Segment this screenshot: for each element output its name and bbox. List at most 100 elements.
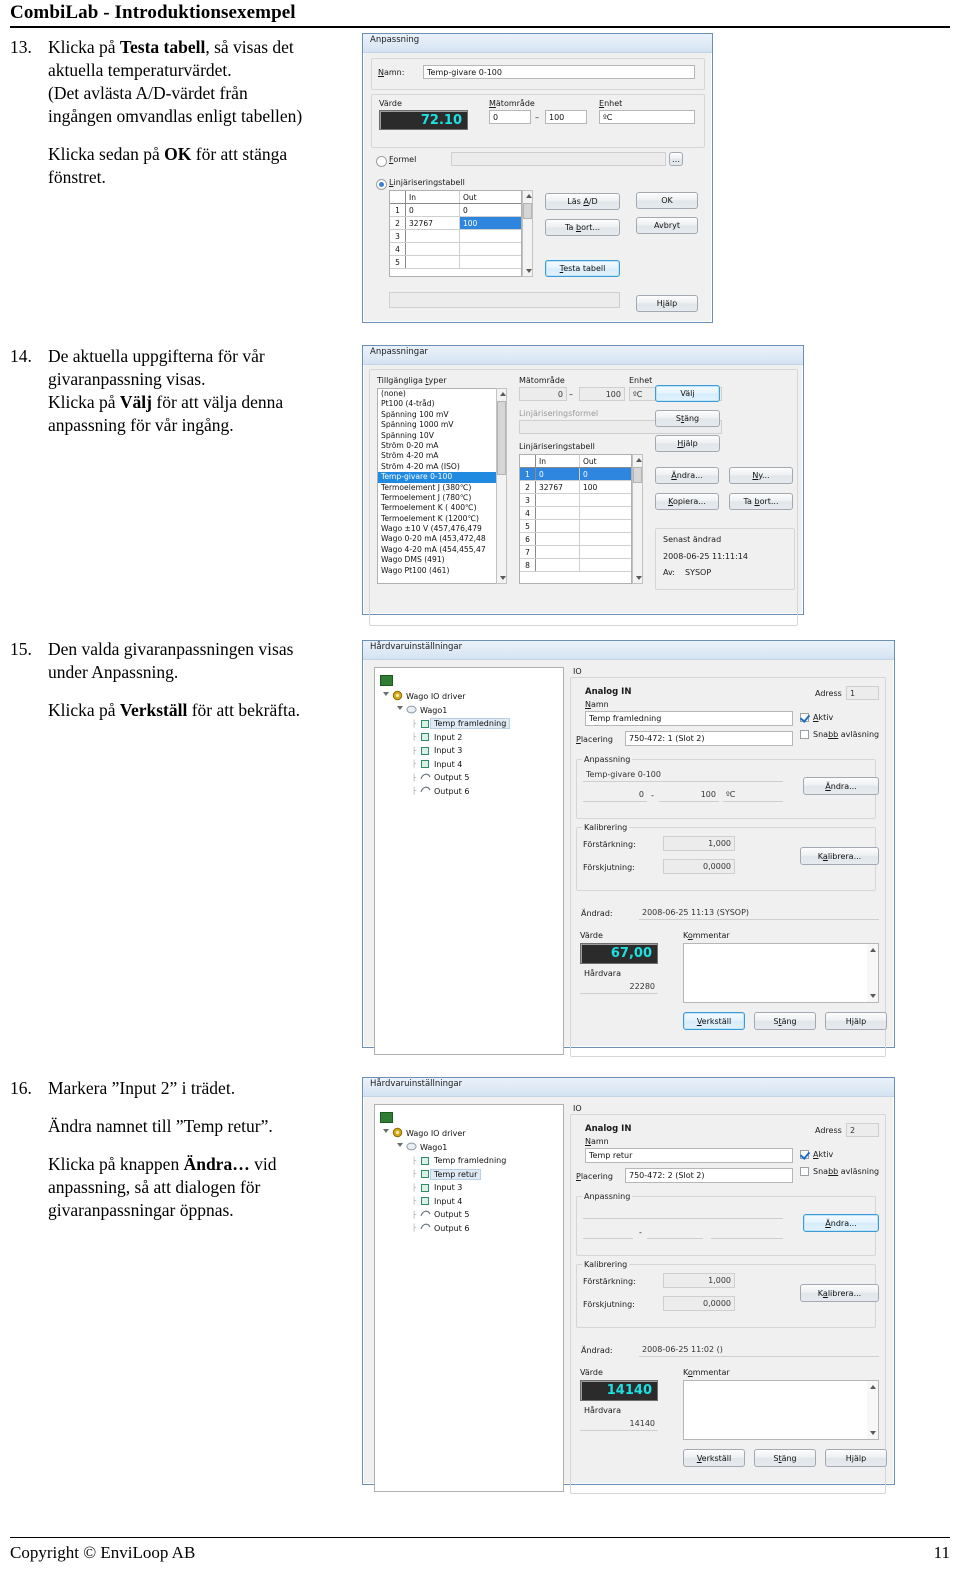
tree-node[interactable]: Wago IO driver — [375, 1127, 563, 1141]
d2-table-scrollbar[interactable] — [632, 454, 643, 584]
cell-out[interactable]: 0 — [460, 204, 521, 216]
hw1-namn-input[interactable]: Temp framledning — [585, 711, 793, 726]
tree-node[interactable]: Wago IO driver — [375, 690, 563, 704]
expander-icon[interactable] — [395, 705, 405, 715]
cell-in[interactable] — [536, 507, 580, 519]
table-row[interactable]: 5 — [390, 256, 521, 269]
table-row[interactable]: 2 32767 100 — [390, 217, 521, 230]
cell-out[interactable] — [460, 243, 521, 255]
cell-out[interactable] — [580, 507, 631, 519]
list-item[interactable]: Termoelement K ( 400℃) — [378, 503, 506, 513]
d2-linjariseringstabell[interactable]: In Out 1 0 0 2 32767 100 3 4 5 6 7 8 — [519, 454, 632, 584]
table-row[interactable]: 100 — [390, 204, 521, 217]
hw1-andra-button[interactable]: Ändra... — [803, 777, 879, 795]
hw1-snabb-checkbox[interactable] — [800, 730, 809, 739]
ok-button[interactable]: OK — [636, 192, 698, 209]
linjariseringstabell[interactable]: In Out 1 0 0 2 32767 100 3 4 5 — [389, 190, 522, 277]
list-item[interactable]: Ström 4-20 mA (ISO) — [378, 462, 506, 472]
table-row[interactable]: 3 — [390, 230, 521, 243]
cell-out[interactable] — [580, 494, 631, 506]
hw1-kommentar-scroll-down-icon[interactable] — [870, 994, 876, 998]
tree-node[interactable]: ├ Input 4 — [375, 758, 563, 772]
cell-in[interactable]: 32767 — [536, 481, 580, 493]
cell-out[interactable] — [580, 559, 631, 571]
dialog-anpassning[interactable]: Anpassning Namn: Temp-givare 0-100 Värde… — [362, 33, 713, 323]
table-row[interactable]: 100 — [520, 468, 631, 481]
matomrade-max-input[interactable]: 100 — [545, 110, 587, 124]
table-row[interactable]: 4 — [520, 507, 631, 520]
hw1-kommentar-scroll-up-icon[interactable] — [870, 948, 876, 952]
hw2-tree-nodes[interactable]: Wago IO driver Wago1 ├ Temp framledning ├ Tem… — [375, 1127, 563, 1235]
table-row[interactable]: 3 — [520, 494, 631, 507]
hw1-placering-input[interactable]: 750-472: 1 (Slot 2) — [625, 731, 793, 746]
formel-browse-button[interactable]: … — [669, 152, 683, 166]
tree-node[interactable]: ├ Input 3 — [375, 744, 563, 758]
cell-in[interactable] — [536, 559, 580, 571]
tree-node[interactable]: ├ Temp framledning — [375, 1154, 563, 1168]
list-item[interactable]: Spänning 10V — [378, 431, 506, 441]
matomrade-min-input[interactable]: 0 — [489, 110, 531, 124]
formel-input[interactable] — [451, 152, 666, 166]
hw1-tree-nodes[interactable]: Wago IO driver Wago1 ├ Temp framledning ├ Inp… — [375, 690, 563, 798]
hw1-stang-button[interactable]: Stäng — [754, 1012, 816, 1030]
hw1-verkstall-button[interactable]: Verkställ — [683, 1012, 745, 1030]
hw1-tree[interactable]: Wago IO driver Wago1 ├ Temp framledning ├ Inp… — [374, 667, 564, 1055]
cell-in[interactable] — [536, 494, 580, 506]
cell-out[interactable] — [460, 230, 521, 242]
cell-out[interactable] — [580, 546, 631, 558]
hw1-hjalp-button[interactable]: Hjälp — [825, 1012, 887, 1030]
cell-in[interactable] — [406, 230, 460, 242]
table-row[interactable]: 7 — [520, 546, 631, 559]
cell-out[interactable] — [580, 533, 631, 545]
tree-node[interactable]: Wago1 — [375, 1141, 563, 1155]
list-item[interactable]: Spänning 100 mV — [378, 410, 506, 420]
cell-in[interactable] — [536, 533, 580, 545]
list-item[interactable]: Ström 0-20 mA — [378, 441, 506, 451]
tree-node[interactable]: ├ Temp retur — [375, 1168, 563, 1182]
table-body[interactable]: 1 0 0 2 32767 100 3 4 5 — [390, 204, 521, 269]
cell-in[interactable] — [406, 256, 460, 268]
table-row[interactable]: 2 32767 100 — [520, 481, 631, 494]
list-item[interactable]: Spänning 1000 mV — [378, 420, 506, 430]
cell-in[interactable] — [536, 546, 580, 558]
cell-out[interactable] — [460, 256, 521, 268]
scroll-thumb[interactable] — [523, 203, 532, 219]
list-item[interactable]: Wago 0-20 mA (453,472,48 — [378, 534, 506, 544]
d2-table-body[interactable]: 1 0 0 2 32767 100 3 4 5 6 7 8 — [520, 468, 631, 572]
d2-scroll-up-icon[interactable] — [636, 458, 642, 462]
dialog-hardvaruinstallningar-1[interactable]: Hårdvaruinställningar Wago IO driver Wago… — [362, 640, 895, 1057]
scroll-down-icon[interactable] — [526, 269, 532, 273]
cell-in[interactable]: 32767 — [406, 217, 460, 229]
list-item[interactable]: Termoelement J (380℃) — [378, 483, 506, 493]
hw2-andra-button[interactable]: Ändra... — [803, 1214, 879, 1232]
cell-in[interactable] — [406, 243, 460, 255]
tree-node[interactable]: ├ Output 5 — [375, 771, 563, 785]
list-item[interactable]: Pt100 (4-tråd) — [378, 399, 506, 409]
hw2-kalibrera-button[interactable]: Kalibrera... — [800, 1284, 879, 1302]
list-item[interactable]: (none) — [378, 389, 506, 399]
hw2-kommentar-scroll-down-icon[interactable] — [870, 1431, 876, 1435]
d2-scroll-down-icon[interactable] — [636, 576, 642, 580]
cell-in[interactable]: 0 — [406, 204, 460, 216]
list-item[interactable]: Termoelement J (780℃) — [378, 493, 506, 503]
list-item[interactable]: Temp-givare 0-100 — [378, 472, 506, 483]
typer-scroll-up-icon[interactable] — [500, 392, 506, 396]
list-item[interactable]: Termoelement K (1200℃) — [378, 514, 506, 524]
tree-node[interactable]: ├ Output 6 — [375, 785, 563, 799]
hw2-tree[interactable]: Wago IO driver Wago1 ├ Temp framledning ├ Tem… — [374, 1104, 564, 1492]
hw2-aktiv-checkbox[interactable] — [800, 1150, 809, 1159]
scroll-up-icon[interactable] — [526, 194, 532, 198]
hw2-snabb-checkbox[interactable] — [800, 1167, 809, 1176]
tree-node[interactable]: ├ Input 3 — [375, 1181, 563, 1195]
valj-button[interactable]: Välj — [655, 385, 720, 402]
typer-scrollbar[interactable] — [496, 388, 507, 584]
d2-stang-button[interactable]: Stäng — [655, 410, 720, 427]
list-item[interactable]: Wago DMS (491) — [378, 555, 506, 565]
hw2-kommentar-textarea[interactable] — [683, 1380, 879, 1440]
kopiera-button[interactable]: Kopiera... — [655, 493, 719, 510]
andra-button[interactable]: Ändra... — [655, 467, 719, 484]
cell-in[interactable]: 0 — [536, 468, 580, 480]
d2-hjalp-button[interactable]: Hjälp — [655, 435, 720, 452]
hw1-kommentar-textarea[interactable] — [683, 943, 879, 1003]
hw2-placering-input[interactable]: 750-472: 2 (Slot 2) — [625, 1168, 793, 1183]
